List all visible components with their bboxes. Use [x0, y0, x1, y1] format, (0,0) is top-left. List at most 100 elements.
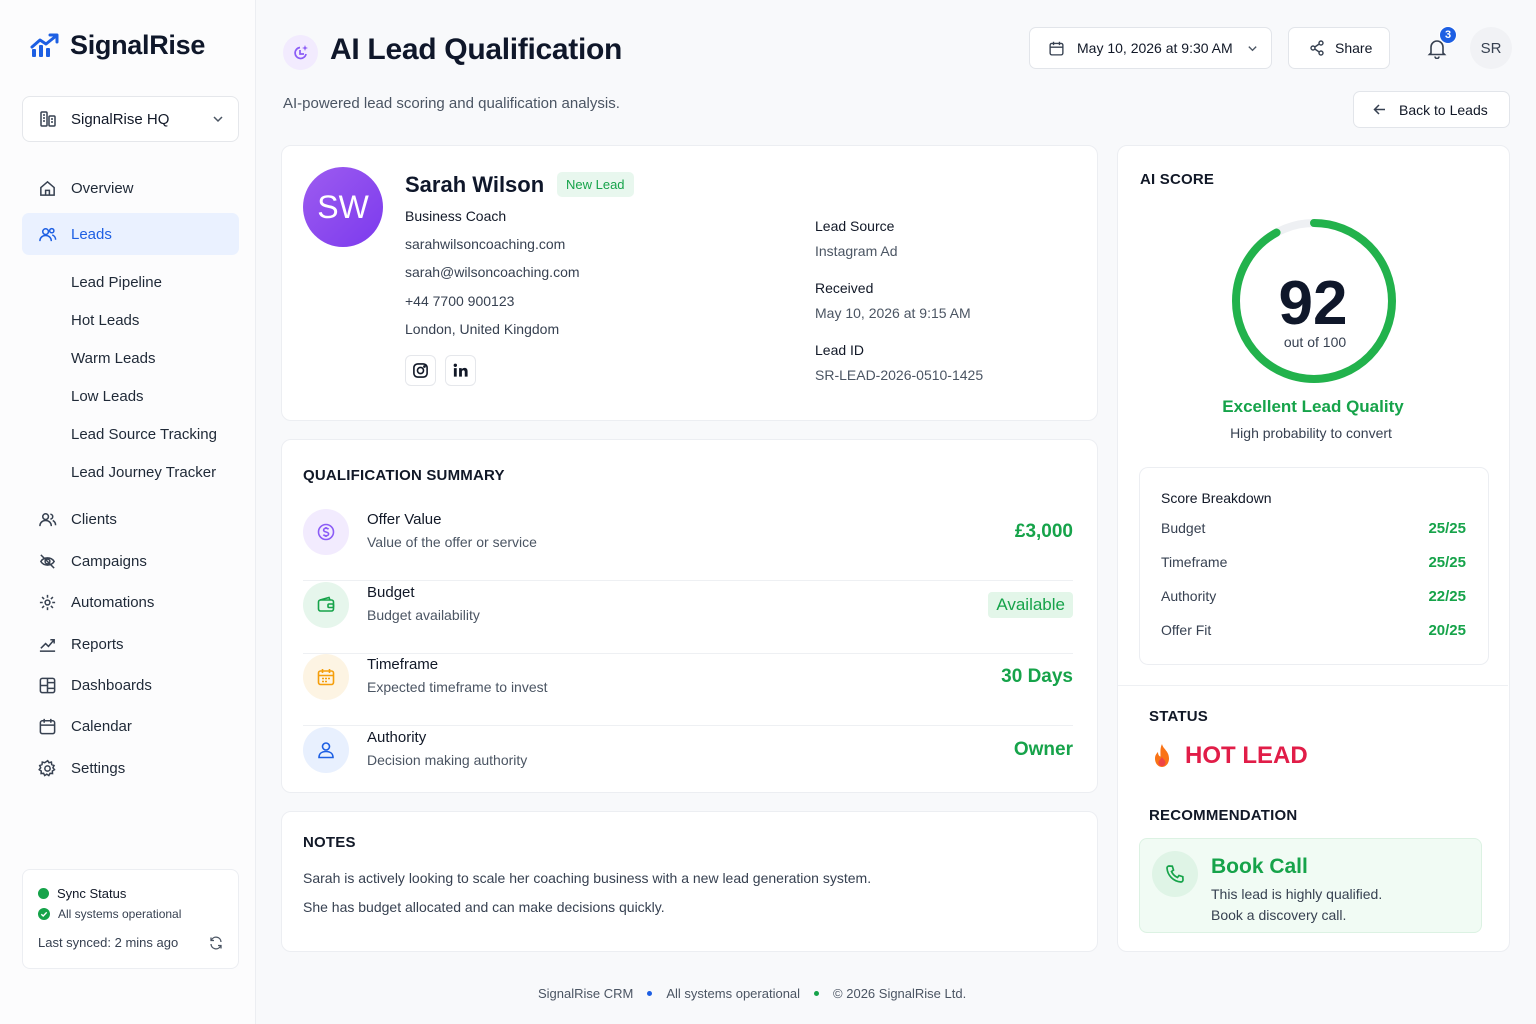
breakdown-label: Offer Fit	[1161, 622, 1212, 638]
quality-label: Excellent Lead Quality	[1222, 397, 1404, 416]
nav-dashboards-label: Dashboards	[71, 676, 152, 694]
footer-product: SignalRise CRM	[538, 986, 634, 1001]
back-label: Back to Leads	[1399, 101, 1488, 118]
refresh-icon[interactable]	[209, 936, 223, 950]
nav-settings-label: Settings	[71, 759, 126, 777]
hot-lead-label: HOT LEAD	[1185, 742, 1308, 769]
lead-avatar: SW	[303, 167, 383, 247]
breakdown-label: Budget	[1161, 520, 1206, 536]
nav-reports[interactable]: Reports	[22, 623, 239, 665]
gear-icon	[38, 759, 57, 778]
lead-id-label: Lead ID	[815, 342, 865, 358]
recommendation-card[interactable]: Book Call This lead is highly qualified.…	[1139, 838, 1482, 933]
date-label: May 10, 2026 at 9:30 AM	[1077, 40, 1233, 56]
nav-lead-pipeline[interactable]: Lead Pipeline	[71, 274, 162, 291]
nav-hot-leads[interactable]: Hot Leads	[71, 312, 139, 329]
campaign-icon	[38, 552, 57, 571]
timeframe-desc: Expected timeframe to invest	[367, 679, 548, 695]
nav-overview-label: Overview	[71, 179, 134, 197]
score-breakdown: Score Breakdown Budget 25/25 Timeframe 2…	[1139, 467, 1489, 665]
lead-phone[interactable]: +44 7700 900123	[405, 293, 514, 309]
qualification-row-budget: Budget Budget availability Available	[303, 582, 1073, 654]
status-dot	[38, 888, 49, 899]
share-label: Share	[1335, 40, 1373, 56]
lead-email[interactable]: sarah@wilsoncoaching.com	[405, 264, 580, 280]
nav-reports-label: Reports	[71, 635, 124, 653]
nav-lead-source-tracking[interactable]: Lead Source Tracking	[71, 426, 217, 443]
breakdown-label: Authority	[1161, 588, 1217, 604]
workspace-selector[interactable]: SignalRise HQ	[22, 96, 239, 142]
workspace-label: SignalRise HQ	[71, 110, 170, 128]
nav-campaigns-label: Campaigns	[71, 552, 147, 570]
sync-status-text: All systems operational	[58, 907, 182, 921]
nav-automations[interactable]: Automations	[22, 581, 239, 623]
instagram-icon	[412, 362, 429, 379]
quality-sublabel: High probability to convert	[1230, 425, 1392, 441]
nav-low-leads[interactable]: Low Leads	[71, 388, 144, 405]
breakdown-row: Authority 22/25	[1161, 588, 1466, 605]
nav-dashboards[interactable]: Dashboards	[22, 664, 239, 706]
footer-status: All systems operational	[666, 986, 801, 1001]
note-line-2: She has budget allocated and can make de…	[303, 899, 665, 915]
lead-status-badge: New Lead	[557, 172, 634, 197]
qualification-row-timeframe: Timeframe Expected timeframe to invest 3…	[303, 654, 1073, 726]
sync-status-card: Sync Status All systems operational Last…	[22, 869, 239, 969]
recommendation-line-2: Book a discovery call.	[1211, 907, 1347, 923]
back-to-leads-button[interactable]: Back to Leads	[1353, 91, 1510, 128]
dashboard-icon	[38, 676, 57, 695]
wallet-icon	[303, 582, 349, 628]
lead-profile-card: SW Sarah Wilson New Lead Business Coach …	[281, 145, 1098, 421]
breakdown-value: 20/25	[1428, 622, 1466, 639]
lead-source-label: Lead Source	[815, 218, 895, 234]
received-label: Received	[815, 280, 874, 296]
nav-warm-leads[interactable]: Warm Leads	[71, 350, 155, 367]
authority-value: Owner	[1013, 739, 1073, 760]
brand-name: SignalRise	[70, 30, 206, 60]
user-avatar[interactable]: SR	[1470, 27, 1512, 69]
instagram-button[interactable]	[405, 355, 436, 386]
notes-title: NOTES	[303, 834, 356, 851]
building-icon	[39, 110, 57, 128]
breakdown-title: Score Breakdown	[1161, 490, 1272, 506]
footer-separator	[814, 991, 820, 996]
footer-separator	[647, 991, 653, 996]
chevron-down-icon	[1247, 43, 1258, 54]
brand-logo[interactable]: SignalRise	[30, 30, 205, 61]
ai-icon	[283, 35, 318, 70]
lead-name: Sarah Wilson	[405, 172, 545, 197]
nav-campaigns[interactable]: Campaigns	[22, 540, 239, 582]
nav-leads[interactable]: Leads	[22, 213, 239, 255]
page-subtitle: AI-powered lead scoring and qualificatio…	[283, 95, 620, 112]
qualification-row-offer: Offer Value Value of the offer or servic…	[303, 509, 1073, 581]
status-title: STATUS	[1149, 708, 1208, 725]
divider	[1118, 685, 1508, 686]
chevron-down-icon	[212, 113, 224, 125]
score-max-label: out of 100	[1283, 334, 1347, 350]
authority-title: Authority	[367, 729, 427, 746]
breakdown-value: 25/25	[1428, 554, 1466, 571]
breakdown-row: Timeframe 25/25	[1161, 554, 1466, 571]
calendar-icon	[38, 717, 57, 736]
linkedin-icon	[452, 362, 469, 379]
authority-desc: Decision making authority	[367, 752, 528, 768]
lead-id-value: SR-LEAD-2026-0510-1425	[815, 367, 984, 383]
nav-automations-label: Automations	[71, 593, 155, 611]
offer-value-title: Offer Value	[367, 511, 442, 528]
score-value: 92	[1278, 269, 1348, 338]
offer-value: £3,000	[1014, 521, 1073, 542]
nav-overview[interactable]: Overview	[22, 167, 239, 209]
recommendation-title: RECOMMENDATION	[1149, 807, 1298, 824]
nav-clients[interactable]: Clients	[22, 498, 239, 540]
linkedin-button[interactable]	[445, 355, 476, 386]
lead-source-value: Instagram Ad	[815, 243, 898, 259]
share-button[interactable]: Share	[1288, 27, 1390, 69]
nav-calendar[interactable]: Calendar	[22, 705, 239, 747]
calendar-icon	[1048, 40, 1065, 57]
date-picker[interactable]: May 10, 2026 at 9:30 AM	[1029, 27, 1272, 69]
budget-title: Budget	[367, 584, 415, 601]
lead-website[interactable]: sarahwilsoncoaching.com	[405, 236, 565, 252]
offer-value-desc: Value of the offer or service	[367, 534, 537, 550]
nav-settings[interactable]: Settings	[22, 747, 239, 789]
qualification-summary-card: QUALIFICATION SUMMARY Offer Value Value …	[281, 439, 1098, 793]
nav-lead-journey-tracker[interactable]: Lead Journey Tracker	[71, 464, 216, 481]
